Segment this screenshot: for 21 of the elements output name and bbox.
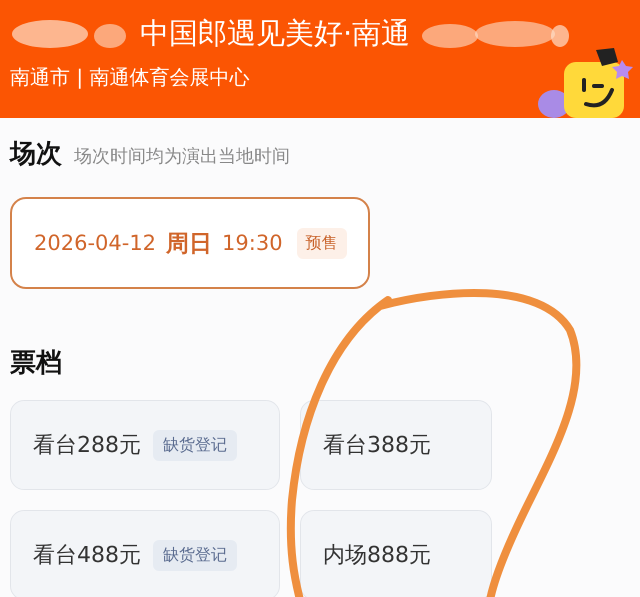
tier-label: 看台288元 bbox=[33, 432, 141, 460]
section-title: 场次 bbox=[10, 138, 62, 171]
ticket-tier-option[interactable]: 看台288元 缺货登记 bbox=[10, 400, 280, 490]
ticket-tier-option[interactable]: 看台388元 bbox=[300, 400, 492, 490]
ticket-tier-option[interactable]: 内场888元 bbox=[300, 510, 492, 597]
session-option[interactable]: 2026-04-12 周日 19:30 预售 bbox=[10, 197, 370, 289]
venue-text: 南通市 | 南通体育会展中心 bbox=[10, 64, 250, 91]
mascot-icon bbox=[536, 46, 636, 118]
tier-label: 内场888元 bbox=[323, 542, 431, 570]
section-note: 场次时间均为演出当地时间 bbox=[74, 145, 290, 168]
waitlist-tag: 缺货登记 bbox=[153, 540, 237, 570]
tier-label: 看台488元 bbox=[33, 542, 141, 570]
session-date: 2026-04-12 bbox=[34, 231, 156, 255]
ticket-tier-option[interactable]: 看台488元 缺货登记 bbox=[10, 510, 280, 597]
waitlist-tag: 缺货登记 bbox=[153, 430, 237, 460]
session-time: 19:30 bbox=[222, 231, 283, 255]
presale-tag: 预售 bbox=[296, 228, 347, 258]
section-title: 票档 bbox=[10, 347, 62, 380]
session-weekday: 周日 bbox=[166, 230, 212, 258]
event-title: 中国郎遇见美好·南通 bbox=[140, 15, 410, 52]
tier-label: 看台388元 bbox=[323, 432, 431, 460]
